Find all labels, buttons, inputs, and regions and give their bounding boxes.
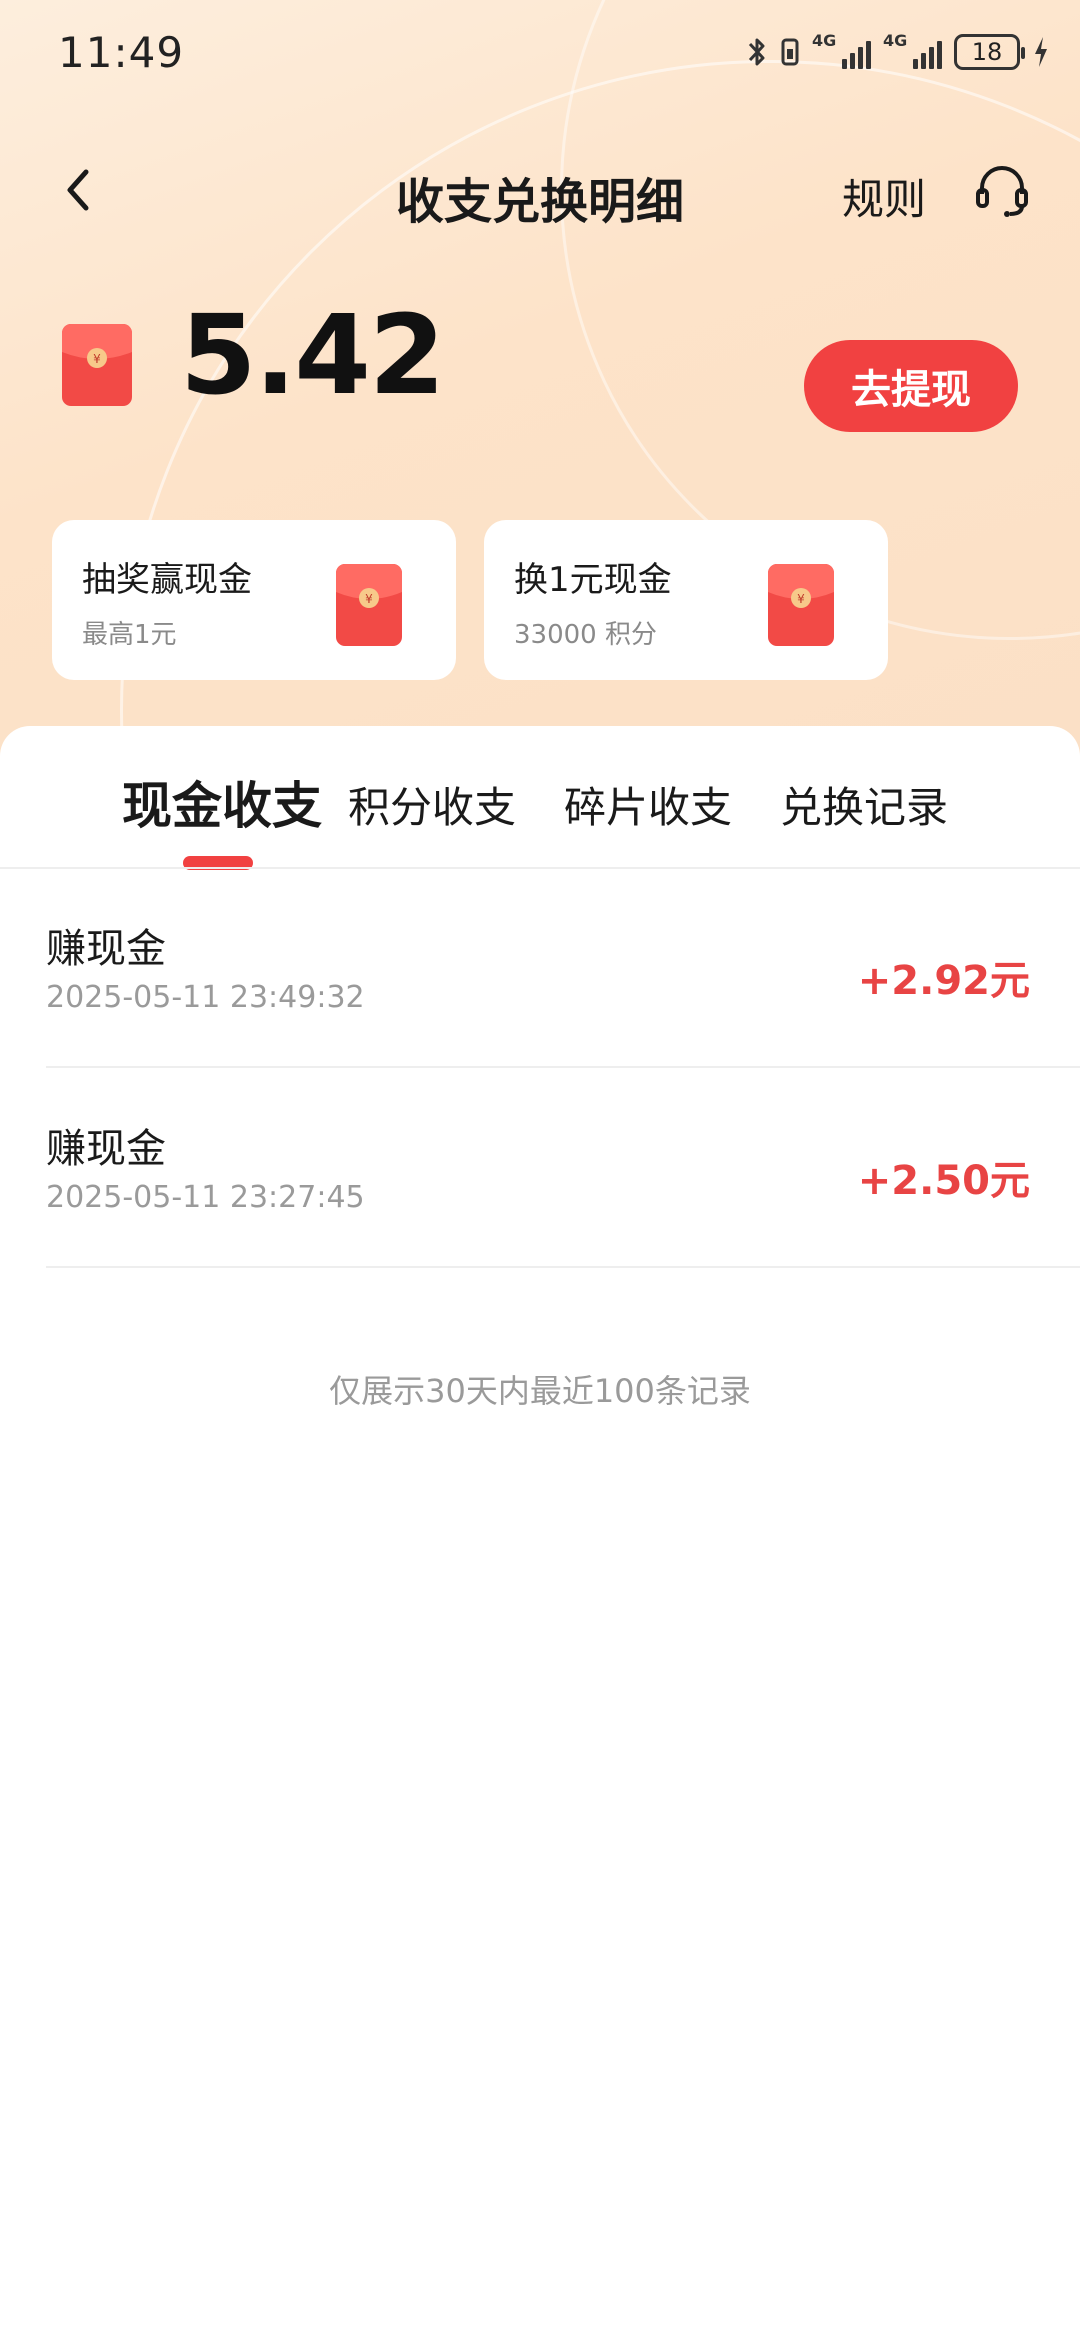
bluetooth-icon [748,38,765,66]
list-item[interactable]: 赚现金 2025-05-11 23:27:45 +2.50元 [46,1070,1080,1268]
record-time: 2025-05-11 23:27:45 [46,1180,365,1215]
status-time: 11:49 [58,28,185,77]
promo-card-lottery[interactable]: 抽奖赢现金 最高1元 ¥ [52,520,456,680]
promo-subtitle: 最高1元 [82,620,177,650]
footer-note: 仅展示30天内最近100条记录 [329,1372,751,1410]
red-envelope-icon: ¥ [60,322,134,408]
cash-balance: 5.42 [180,291,445,419]
promo-title: 抽奖赢现金 [82,560,252,600]
divider [0,867,1080,869]
svg-text:¥: ¥ [797,592,805,606]
divider [46,1066,1080,1068]
battery-icon: 18 [954,34,1025,70]
record-amount: +2.92元 [857,958,1030,1004]
divider [46,1266,1080,1268]
signal-4g-icon: 4G [812,31,871,69]
svg-text:¥: ¥ [93,352,101,366]
headset-icon [976,166,1028,217]
promo-title: 换1元现金 [514,560,672,600]
record-title: 赚现金 [46,1126,166,1172]
tab-exchange-records[interactable]: 兑换记录 [780,774,948,835]
signal-4g-icon: 4G [883,31,942,69]
tab-fragments[interactable]: 碎片收支 [564,774,732,835]
promo-subtitle: 33000 积分 [514,620,657,650]
page-header: 收支兑换明细 规则 [0,140,1080,240]
promo-card-exchange[interactable]: 换1元现金 33000 积分 ¥ [484,520,888,680]
list-item[interactable]: 赚现金 2025-05-11 23:49:32 +2.92元 [46,870,1080,1068]
record-time: 2025-05-11 23:49:32 [46,980,365,1015]
withdraw-button[interactable]: 去提现 [804,340,1018,432]
red-envelope-icon: ¥ [334,562,404,648]
record-amount: +2.50元 [857,1158,1030,1204]
records-panel: 现金收支 积分收支 碎片收支 兑换记录 赚现金 2025-05-11 23:49… [0,726,1080,2340]
customer-service-button[interactable] [970,158,1034,222]
record-title: 赚现金 [46,926,166,972]
svg-text:¥: ¥ [365,592,373,606]
tab-cash[interactable]: 现金收支 [122,766,322,838]
tab-bar: 现金收支 积分收支 碎片收支 兑换记录 [0,766,1080,846]
battery-level: 18 [971,38,1003,66]
vibrate-icon [781,38,799,66]
status-bar: 11:49 4G 4G 18 [0,0,1080,100]
charging-icon [1035,37,1047,67]
red-envelope-icon: ¥ [766,562,836,648]
status-icons: 4G 4G 18 [746,30,1050,74]
rules-link[interactable]: 规则 [842,166,926,227]
tab-points[interactable]: 积分收支 [348,774,516,835]
